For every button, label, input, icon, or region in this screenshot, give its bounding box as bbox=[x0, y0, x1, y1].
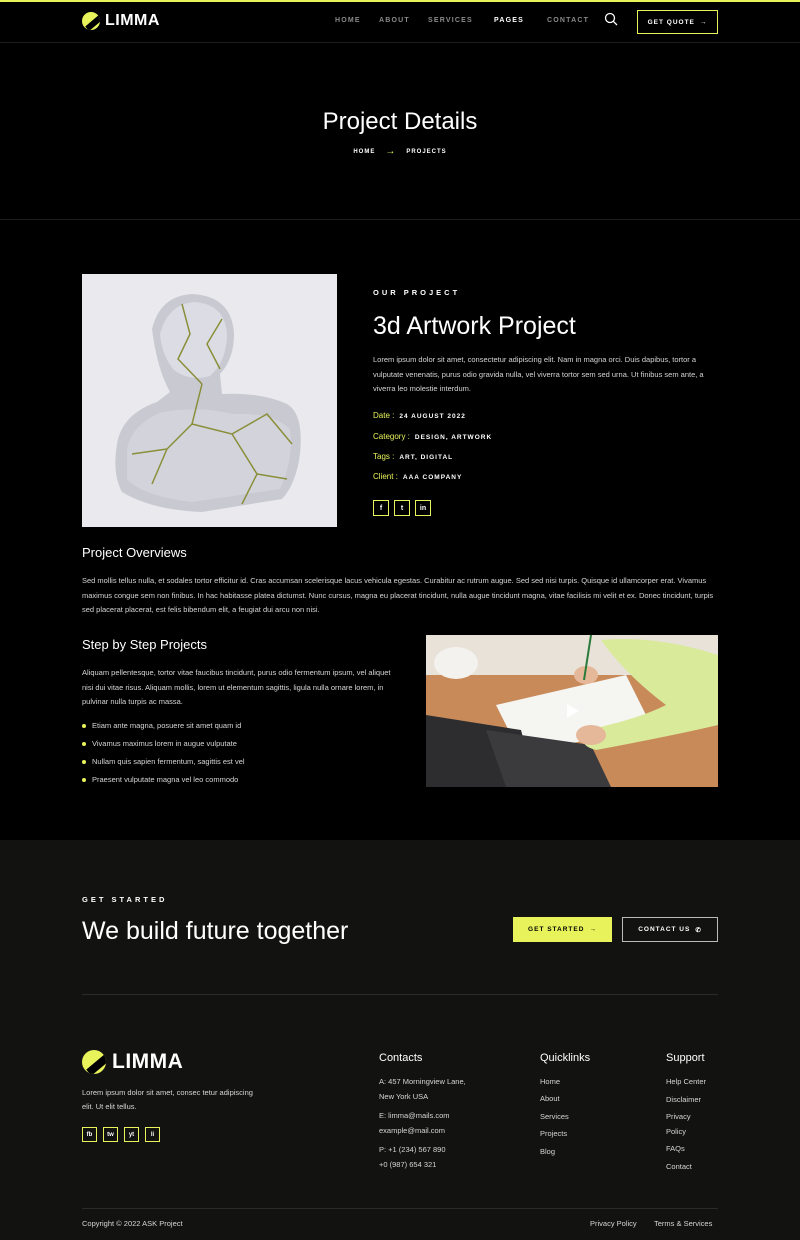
breadcrumb: HOME → PROJECTS bbox=[0, 146, 800, 157]
linkedin-icon[interactable]: in bbox=[415, 500, 431, 516]
phone-line: P: +1 (234) 567 890 bbox=[379, 1145, 446, 1154]
footer-logo[interactable]: LIMMA bbox=[82, 1050, 183, 1074]
nav-services[interactable]: SERVICES bbox=[428, 17, 473, 24]
overview-heading: Project Overviews bbox=[82, 545, 187, 560]
footer-link-faqs[interactable]: FAQs bbox=[666, 1144, 685, 1153]
breadcrumb-projects: PROJECTS bbox=[406, 148, 447, 155]
project-image-statue bbox=[82, 274, 337, 527]
footer-link-services[interactable]: Services bbox=[540, 1112, 569, 1121]
footer-support-heading: Support bbox=[666, 1052, 705, 1064]
email-line: E: limma@mails.com bbox=[379, 1111, 450, 1120]
footer-link-home[interactable]: Home bbox=[540, 1077, 560, 1086]
footer-link-help-center[interactable]: Help Center bbox=[666, 1077, 706, 1086]
arrow-right-icon: → bbox=[699, 18, 708, 26]
footer-about: Lorem ipsum dolor sit amet, consec tetur… bbox=[82, 1088, 253, 1111]
nav-contact[interactable]: CONTACT bbox=[547, 17, 589, 24]
meta-label: Category : bbox=[373, 432, 410, 441]
footer-divider bbox=[82, 1208, 718, 1209]
get-started-label: GET STARTED bbox=[528, 926, 585, 933]
list-item-text: Praesent vulputate magna vel leo commodo bbox=[92, 775, 239, 784]
footer-link-contact[interactable]: Contact bbox=[666, 1162, 692, 1171]
logo-icon bbox=[82, 12, 100, 30]
footer-link-disclaimer[interactable]: Disclaimer bbox=[666, 1095, 701, 1104]
twitter-icon[interactable]: t bbox=[394, 500, 410, 516]
phone-icon: ✆ bbox=[695, 926, 702, 934]
search-icon[interactable] bbox=[604, 12, 618, 26]
footer-link-about[interactable]: About bbox=[540, 1094, 560, 1103]
footer-link-privacy[interactable]: Privacy bbox=[666, 1112, 691, 1121]
page-title: Project Details bbox=[322, 108, 478, 135]
logo[interactable]: LIMMA bbox=[82, 11, 160, 31]
contact-address: A: 457 Morningview Lane, New York USA bbox=[379, 1075, 466, 1104]
project-meta-category: Category : DESIGN, ARTWORK bbox=[373, 432, 492, 441]
youtube-icon[interactable]: yt bbox=[124, 1127, 139, 1142]
twitter-icon[interactable]: tw bbox=[103, 1127, 118, 1142]
logo-text: LIMMA bbox=[112, 1050, 184, 1073]
bullet-icon bbox=[82, 759, 86, 764]
bullet-icon bbox=[82, 741, 86, 746]
get-quote-label: GET QUOTE bbox=[647, 18, 695, 26]
bullet-icon bbox=[82, 723, 86, 728]
project-description: Lorem ipsum dolor sit amet, consectetur … bbox=[373, 355, 704, 393]
overview-text: Sed mollis tellus nulla, et sodales tort… bbox=[82, 576, 714, 614]
copyright: Copyright © 2022 ASK Project bbox=[82, 1219, 183, 1228]
list-item: Nullam quis sapien fermentum, sagittis e… bbox=[82, 757, 245, 766]
contact-us-label: CONTACT US bbox=[638, 926, 691, 933]
meta-value: AAA COMPANY bbox=[402, 474, 463, 481]
facebook-icon[interactable]: f bbox=[373, 500, 389, 516]
nav-about[interactable]: ABOUT bbox=[379, 17, 410, 24]
section-divider bbox=[82, 994, 718, 995]
meta-label: Tags : bbox=[373, 452, 395, 461]
contact-phone[interactable]: P: +1 (234) 567 890 +0 (987) 654 321 bbox=[379, 1143, 446, 1172]
phone-line: +0 (987) 654 321 bbox=[379, 1159, 437, 1169]
list-item: Etiam ante magna, posuere sit amet quam … bbox=[82, 721, 241, 730]
project-meta-tags: Tags : ART, DIGITAL bbox=[373, 452, 453, 461]
footer-contacts-heading: Contacts bbox=[379, 1052, 423, 1064]
address-line: New York USA bbox=[379, 1091, 429, 1101]
list-item-text: Etiam ante magna, posuere sit amet quam … bbox=[92, 721, 242, 730]
footer-link-projects[interactable]: Projects bbox=[540, 1129, 567, 1138]
meta-value: DESIGN, ARTWORK bbox=[414, 434, 493, 441]
footer-link-blog[interactable]: Blog bbox=[540, 1147, 555, 1156]
list-item: Praesent vulputate magna vel leo commodo bbox=[82, 775, 238, 784]
project-title: 3d Artwork Project bbox=[373, 312, 576, 340]
project-meta-client: Client : AAA COMPANY bbox=[373, 472, 462, 481]
contact-us-button[interactable]: CONTACT US ✆ bbox=[622, 917, 718, 942]
meta-label: Client : bbox=[373, 472, 398, 481]
nav-pages[interactable]: PAGES bbox=[494, 17, 524, 24]
meta-label: Date : bbox=[373, 411, 395, 420]
footer-link-policy[interactable]: Policy bbox=[666, 1127, 686, 1136]
footer-quicklinks-heading: Quicklinks bbox=[540, 1052, 591, 1064]
bullet-icon bbox=[82, 777, 86, 782]
list-item-text: Nullam quis sapien fermentum, sagittis e… bbox=[92, 757, 245, 766]
cta-eyebrow: GET STARTED bbox=[82, 895, 168, 904]
get-quote-button[interactable]: GET QUOTE → bbox=[637, 10, 718, 34]
cta-heading: We build future together bbox=[82, 917, 349, 945]
arrow-right-icon: → bbox=[385, 146, 397, 157]
steps-heading: Step by Step Projects bbox=[82, 637, 208, 652]
contact-email[interactable]: E: limma@mails.com example@mail.com bbox=[379, 1109, 450, 1138]
terms-link[interactable]: Terms & Services bbox=[654, 1219, 712, 1228]
project-video[interactable] bbox=[426, 635, 718, 787]
steps-text: Aliquam pellentesque, tortor vitae fauci… bbox=[82, 668, 391, 706]
arrow-right-icon: → bbox=[589, 926, 597, 933]
play-icon[interactable] bbox=[564, 703, 580, 719]
privacy-policy-link[interactable]: Privacy Policy bbox=[590, 1219, 637, 1228]
facebook-icon[interactable]: fb bbox=[82, 1127, 97, 1142]
email-line: example@mail.com bbox=[379, 1125, 445, 1135]
meta-value: 24 AUGUST 2022 bbox=[399, 413, 466, 420]
nav-home[interactable]: HOME bbox=[335, 17, 361, 24]
list-item: Vivamus maximus lorem in augue vulputate bbox=[82, 739, 237, 748]
breadcrumb-home[interactable]: HOME bbox=[353, 149, 375, 155]
get-started-button[interactable]: GET STARTED → bbox=[513, 917, 612, 942]
address-line: A: 457 Morningview Lane, bbox=[379, 1077, 466, 1086]
linkedin-icon[interactable]: li bbox=[145, 1127, 160, 1142]
list-item-text: Vivamus maximus lorem in augue vulputate bbox=[92, 739, 237, 748]
project-eyebrow: OUR PROJECT bbox=[373, 288, 461, 297]
logo-icon bbox=[82, 1050, 106, 1074]
meta-value: ART, DIGITAL bbox=[399, 454, 454, 461]
logo-text: LIMMA bbox=[105, 12, 160, 29]
project-meta-date: Date : 24 AUGUST 2022 bbox=[373, 411, 466, 420]
